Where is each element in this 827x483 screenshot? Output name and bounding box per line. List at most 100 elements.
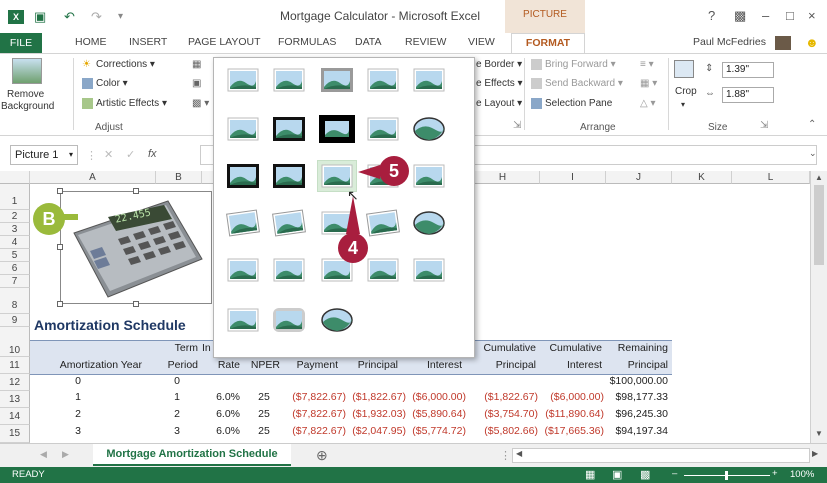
tab-home[interactable]: HOME — [75, 36, 107, 48]
cell-remaining[interactable]: $96,245.30 — [606, 408, 672, 420]
artistic-effects-button[interactable]: Artistic Effects ▾ — [82, 98, 167, 109]
picture-style-option[interactable] — [270, 114, 308, 144]
cell-rate[interactable]: 6.0% — [202, 391, 244, 403]
help-icon[interactable]: ? — [708, 8, 715, 23]
size-launcher-icon[interactable]: ⇲ — [760, 120, 768, 131]
remove-background-label-1[interactable]: Remove — [7, 89, 44, 100]
tab-split-icon[interactable]: ⋮ — [500, 449, 511, 462]
collapse-ribbon-icon[interactable]: ⌃ — [808, 119, 816, 130]
tab-view[interactable]: VIEW — [468, 36, 495, 48]
cell-cum-interest[interactable]: ($11,890.64) — [540, 408, 606, 420]
user-name[interactable]: Paul McFedries — [693, 36, 766, 48]
cell-period[interactable]: 3 — [156, 425, 198, 437]
row-header[interactable]: 7 — [0, 275, 30, 288]
crop-icon[interactable] — [674, 60, 694, 78]
column-header[interactable]: I — [540, 171, 606, 184]
picture-border-button[interactable]: e Border ▾ — [476, 59, 522, 70]
picture-style-option[interactable] — [410, 65, 448, 95]
picture-style-option[interactable] — [410, 114, 448, 144]
cell-remaining[interactable]: $98,177.33 — [606, 391, 672, 403]
close-button[interactable]: × — [808, 8, 816, 23]
undo-icon[interactable]: ↶ — [64, 9, 75, 25]
tab-review[interactable]: REVIEW — [405, 36, 446, 48]
picture-style-option[interactable] — [224, 161, 262, 191]
row-header[interactable]: 1 — [0, 184, 30, 210]
enter-icon[interactable]: ✓ — [126, 148, 135, 161]
height-field[interactable]: 1.39" — [722, 62, 774, 78]
row-header[interactable]: 3 — [0, 223, 30, 236]
save-icon[interactable]: ▣ — [34, 9, 46, 25]
picture-layout-button[interactable]: e Layout ▾ — [476, 98, 522, 109]
zoom-slider-thumb[interactable] — [725, 471, 728, 480]
remove-background-label-2[interactable]: Background — [1, 101, 54, 112]
reset-picture-icon[interactable]: ▩ ▾ — [192, 98, 209, 109]
picture-style-option[interactable] — [410, 161, 448, 191]
zoom-level[interactable]: 100% — [790, 469, 814, 480]
picture-style-option[interactable] — [270, 161, 308, 191]
scroll-down-icon[interactable]: ▼ — [815, 429, 823, 438]
resize-handle[interactable] — [57, 188, 63, 194]
compress-icon[interactable]: ▦ — [192, 59, 201, 70]
picture-style-option[interactable] — [364, 114, 402, 144]
cell-rate[interactable]: 6.0% — [202, 425, 244, 437]
cell-payment[interactable]: ($7,822.67) — [284, 391, 346, 403]
resize-handle[interactable] — [133, 188, 139, 194]
row-header[interactable]: 8 — [0, 288, 30, 314]
cell-cum-interest[interactable]: ($17,665.36) — [540, 425, 606, 437]
selection-pane-button[interactable]: Selection Pane — [531, 98, 612, 109]
row-header[interactable]: 15 — [0, 425, 30, 443]
scroll-right-icon[interactable]: ▶ — [812, 449, 818, 458]
column-header[interactable]: B — [156, 171, 202, 184]
send-backward-button[interactable]: Send Backward ▾ — [531, 78, 623, 89]
page-break-view-icon[interactable]: ▩ — [640, 468, 650, 481]
row-header[interactable]: 14 — [0, 408, 30, 425]
width-field[interactable]: 1.88" — [722, 87, 774, 103]
row-header[interactable]: 13 — [0, 391, 30, 408]
row-header[interactable]: 2 — [0, 210, 30, 223]
cell-year[interactable]: 0 — [30, 375, 156, 387]
cell-payment[interactable]: ($7,822.67) — [284, 425, 346, 437]
cell-year[interactable]: 3 — [30, 425, 156, 437]
picture-style-option[interactable] — [224, 65, 262, 95]
column-header[interactable]: K — [672, 171, 732, 184]
cell-principal[interactable]: ($1,822.67) — [346, 391, 406, 403]
picture-style-option[interactable] — [364, 208, 402, 238]
picture-style-option[interactable] — [270, 255, 308, 285]
cell-nper[interactable]: 25 — [244, 425, 284, 437]
cell-nper[interactable]: 25 — [244, 408, 284, 420]
cell-principal[interactable]: ($1,932.03) — [346, 408, 406, 420]
row-header[interactable]: 6 — [0, 262, 30, 275]
restore-button[interactable]: □ — [786, 8, 794, 23]
rotate-icon[interactable]: △ ▾ — [640, 98, 656, 109]
add-sheet-button[interactable]: ⊕ — [316, 447, 328, 464]
vertical-scrollbar[interactable]: ▲ ▼ — [810, 171, 827, 443]
tab-insert[interactable]: INSERT — [129, 36, 167, 48]
resize-handle[interactable] — [57, 301, 63, 307]
cell-cum-principal[interactable]: ($5,802.66) — [466, 425, 540, 437]
row-header[interactable]: 10 — [0, 327, 30, 357]
smiley-icon[interactable]: ☻ — [805, 35, 819, 50]
expand-formula-icon[interactable]: ⌄ — [809, 148, 817, 159]
picture-style-option[interactable] — [318, 65, 356, 95]
picture-style-option[interactable] — [364, 65, 402, 95]
insert-function-button[interactable]: fx — [148, 148, 157, 160]
column-header[interactable]: H — [466, 171, 540, 184]
crop-dropdown-icon[interactable]: ▾ — [681, 100, 685, 109]
crop-button[interactable]: Crop — [675, 86, 697, 97]
row-header[interactable]: 9 — [0, 314, 30, 327]
name-box[interactable]: Picture 1 ▾ — [10, 145, 78, 165]
cell-year[interactable]: 1 — [30, 391, 156, 403]
picture-style-option[interactable] — [270, 65, 308, 95]
cell-nper[interactable]: 25 — [244, 391, 284, 403]
sheet-tab-active[interactable]: Mortgage Amortization Schedule — [93, 444, 291, 466]
tab-data[interactable]: DATA — [355, 36, 381, 48]
zoom-in-button[interactable]: + — [772, 468, 778, 479]
picture-style-option[interactable] — [224, 114, 262, 144]
picture-styles-launcher-icon[interactable]: ⇲ — [513, 120, 521, 131]
scroll-thumb[interactable] — [814, 185, 824, 265]
cell-interest[interactable]: ($5,774.72) — [406, 425, 466, 437]
tab-page-layout[interactable]: PAGE LAYOUT — [188, 36, 261, 48]
cell-interest[interactable]: ($5,890.64) — [406, 408, 466, 420]
picture-style-option[interactable] — [224, 208, 262, 238]
cell-period[interactable]: 2 — [156, 408, 198, 420]
